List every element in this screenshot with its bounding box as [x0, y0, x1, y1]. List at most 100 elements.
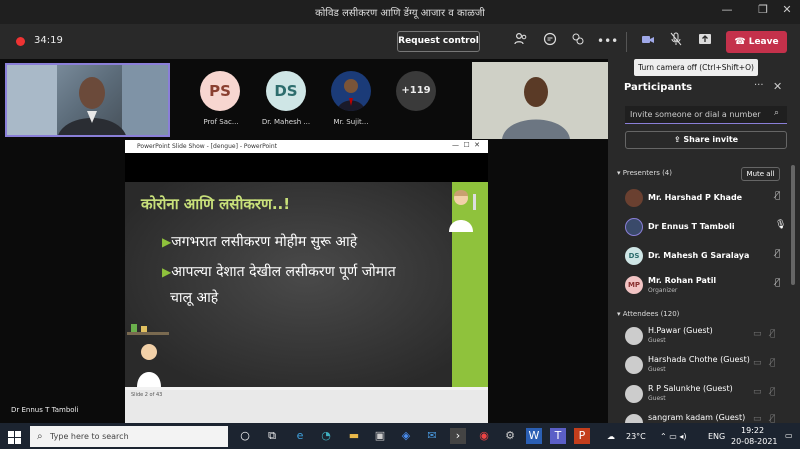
- presenters-header[interactable]: ▾ Presenters (4): [617, 169, 672, 177]
- presenter-row[interactable]: MP Mr. Rohan Patil Organizer 🎙̸: [625, 276, 790, 298]
- weather-icon[interactable]: ☁: [607, 432, 615, 441]
- search-icon[interactable]: ⌕: [774, 108, 779, 118]
- clock-date[interactable]: 20-08-2021: [731, 437, 778, 446]
- participant-tile-ps[interactable]: PS: [200, 71, 240, 111]
- leave-label: Leave: [748, 37, 779, 47]
- settings-icon[interactable]: ⚙: [502, 428, 518, 444]
- camera-off-icon: ▭: [753, 387, 762, 397]
- store-icon[interactable]: ▣: [372, 428, 388, 444]
- presenter-row[interactable]: Mr. Harshad P Khade 🎙̸: [625, 189, 790, 209]
- avatar: MP: [625, 276, 643, 294]
- title-bar: कोविड लसीकरण आणि डेंग्यू आजार व काळजी — …: [0, 0, 800, 24]
- phone-icon: ☎: [734, 37, 749, 47]
- avatar: [625, 414, 643, 423]
- participants-panel: Participants ··· ✕ Invite someone or dia…: [608, 59, 800, 423]
- terminal-icon[interactable]: ›: [450, 428, 466, 444]
- attendees-header[interactable]: ▾ Attendees (120): [617, 310, 679, 318]
- mic-off-icon: 🎙̸: [770, 358, 776, 368]
- language-indicator[interactable]: ENG: [708, 432, 725, 441]
- slide-title: कोरोना आणि लसीकरण..!: [141, 195, 291, 213]
- camera-icon[interactable]: [639, 32, 657, 50]
- self-video[interactable]: [472, 62, 608, 139]
- attendee-row[interactable]: R P Salunkhe (Guest) Guest ▭ 🎙̸: [625, 384, 790, 406]
- participant-tile-sujit[interactable]: [331, 71, 371, 111]
- participant-tile-ds[interactable]: DS: [266, 71, 306, 111]
- invite-input[interactable]: Invite someone or dial a number: [625, 106, 787, 124]
- notifications-icon[interactable]: ▭: [785, 431, 793, 440]
- slide: कोरोना आणि लसीकरण..! ▶जगभरात लसीकरण मोही…: [125, 182, 488, 387]
- attendee-row[interactable]: H.Pawar (Guest) Guest ▭ 🎙̸: [625, 326, 790, 348]
- window-title: कोविड लसीकरण आणि डेंग्यू आजार व काळजी: [315, 8, 485, 19]
- tile-name: Prof Sac...: [203, 118, 239, 126]
- taskbar-search-input[interactable]: Type here to search: [30, 426, 228, 447]
- word-icon[interactable]: W: [526, 428, 542, 444]
- mute-all-button[interactable]: Mute all: [741, 167, 780, 181]
- participant-name: Dr Ennus T Tamboli: [648, 222, 735, 231]
- file-explorer-icon[interactable]: ▬: [346, 428, 362, 444]
- participant-name: Mr. Rohan Patil: [648, 276, 717, 285]
- chrome-icon[interactable]: ◉: [476, 428, 492, 444]
- participant-name: sangram kadam (Guest): [648, 413, 746, 422]
- temperature[interactable]: 23°C: [626, 432, 646, 441]
- camera-off-icon: ▭: [753, 358, 762, 368]
- mic-off-icon: 🎙̸: [770, 387, 776, 397]
- system-tray-icons[interactable]: ⌃ ▭ ◂): [660, 432, 686, 441]
- minimize-button[interactable]: —: [712, 3, 742, 21]
- participant-name: Mr. Harshad P Khade: [648, 193, 743, 202]
- mic-off-icon: 🎙̸: [770, 414, 776, 423]
- panel-scrollbar[interactable]: [791, 165, 795, 285]
- dropbox-icon[interactable]: ◈: [398, 428, 414, 444]
- mic-off-icon[interactable]: [667, 32, 685, 50]
- share-screen-icon[interactable]: [696, 32, 714, 50]
- mic-off-icon: 🎙̸: [775, 191, 781, 201]
- ppt-status-bar: Slide 2 of 43: [125, 390, 488, 423]
- speaker-video[interactable]: [5, 63, 170, 137]
- rooms-icon[interactable]: [569, 32, 587, 50]
- attendee-row[interactable]: Harshada Chothe (Guest) Guest ▭ 🎙̸: [625, 355, 790, 377]
- more-options-icon[interactable]: •••: [597, 32, 618, 50]
- participant-role: Guest: [648, 337, 666, 344]
- slide-letterbox: [125, 153, 488, 182]
- task-view-icon[interactable]: ⧉: [264, 428, 280, 444]
- ppt-window-controls[interactable]: — ☐ ✕: [452, 141, 480, 149]
- tile-name: Mr. Sujit...: [333, 118, 369, 126]
- presenter-row[interactable]: DS Dr. Mahesh G Saralaya 🎙̸: [625, 247, 790, 267]
- edge-icon[interactable]: ◔: [318, 428, 334, 444]
- share-invite-button[interactable]: ⇪ Share invite: [625, 131, 787, 149]
- mic-off-icon: 🎙̸: [775, 278, 781, 288]
- request-control-button[interactable]: Request control: [397, 31, 480, 52]
- windows-start-icon[interactable]: [8, 429, 21, 448]
- powerpoint-icon[interactable]: P: [574, 428, 590, 444]
- meeting-controls-bar: 34:19 Request control ••• ☎ Leave: [0, 24, 800, 59]
- presenter-name: Dr Ennus T Tamboli: [11, 406, 79, 414]
- teams-icon[interactable]: T: [550, 428, 566, 444]
- mail-icon[interactable]: ✉: [424, 428, 440, 444]
- participant-role: Guest: [648, 395, 666, 402]
- shared-screen[interactable]: PowerPoint Slide Show - [dengue] - Power…: [125, 140, 488, 423]
- bullet-arrow-icon: ▶: [162, 235, 172, 249]
- more-count: +119: [396, 71, 436, 111]
- camera-off-icon: ▭: [753, 414, 762, 423]
- mic-off-icon: 🎙̸: [770, 329, 776, 339]
- shelf-illustration-icon: [127, 324, 169, 387]
- participant-role: Organizer: [648, 287, 678, 294]
- more-participants-tile[interactable]: +119: [396, 71, 436, 111]
- cortana-icon[interactable]: ○: [237, 428, 253, 444]
- panel-more-icon[interactable]: ···: [754, 80, 764, 91]
- edge-old-icon[interactable]: e: [292, 428, 308, 444]
- participant-name: R P Salunkhe (Guest): [648, 384, 733, 393]
- clock-time[interactable]: 19:22: [741, 426, 764, 435]
- attendee-row[interactable]: sangram kadam (Guest) ▭ 🎙̸: [625, 413, 790, 423]
- ppt-window-title: PowerPoint Slide Show - [dengue] - Power…: [125, 140, 488, 153]
- bullet-arrow-icon: ▶: [162, 265, 172, 279]
- participants-icon[interactable]: [512, 32, 530, 50]
- presenter-row[interactable]: Dr Ennus T Tamboli 🎙: [625, 218, 790, 238]
- close-panel-icon[interactable]: ✕: [773, 80, 782, 93]
- bullet-2: ▶आपल्या देशात देखील लसीकरण पूर्ण जोमात: [162, 264, 396, 280]
- search-icon: ⌕: [37, 431, 43, 442]
- leave-button[interactable]: ☎ Leave: [726, 31, 787, 53]
- close-window-button[interactable]: ✕: [772, 3, 800, 21]
- chat-icon[interactable]: [541, 32, 559, 50]
- share-icon: ⇪: [673, 135, 684, 144]
- divider: [626, 32, 627, 52]
